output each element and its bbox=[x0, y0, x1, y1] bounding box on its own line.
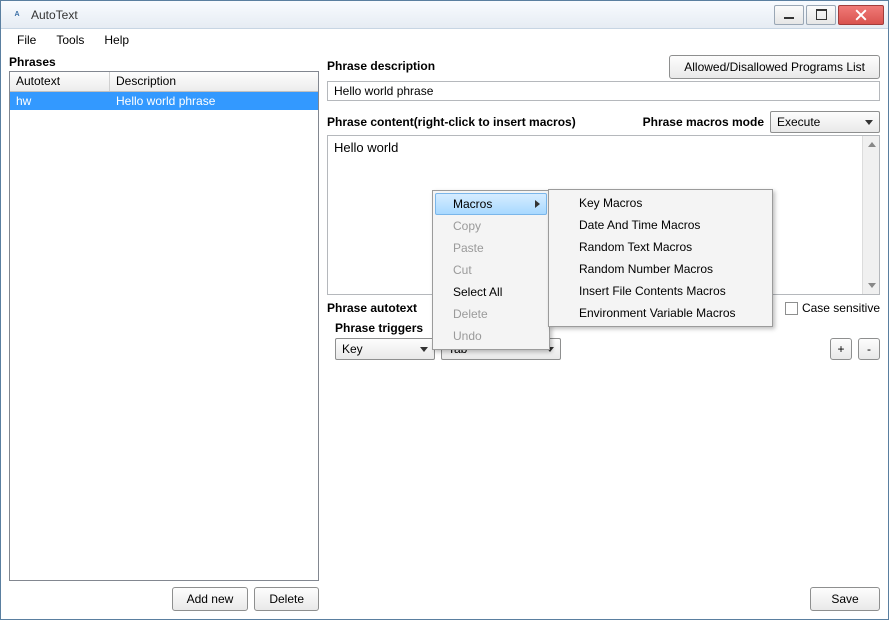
titlebar: A AutoText bbox=[1, 1, 888, 29]
menu-paste[interactable]: Paste bbox=[435, 237, 547, 259]
submenu-datetime-macros[interactable]: Date And Time Macros bbox=[551, 214, 770, 236]
menubar: File Tools Help bbox=[1, 29, 888, 51]
context-menu: Macros Copy Paste Cut Select All Delete … bbox=[432, 190, 550, 350]
col-autotext[interactable]: Autotext bbox=[10, 72, 110, 91]
cell-description: Hello world phrase bbox=[110, 93, 318, 109]
macros-submenu: Key Macros Date And Time Macros Random T… bbox=[548, 189, 773, 327]
case-sensitive-checkbox[interactable] bbox=[785, 302, 798, 315]
close-button[interactable] bbox=[838, 5, 884, 25]
submenu-key-macros[interactable]: Key Macros bbox=[551, 192, 770, 214]
menu-macros[interactable]: Macros bbox=[435, 193, 547, 215]
col-description[interactable]: Description bbox=[110, 72, 318, 91]
phrases-table: Autotext Description hw Hello world phra… bbox=[9, 71, 319, 581]
phrase-content-text: Hello world bbox=[328, 136, 879, 159]
menu-delete[interactable]: Delete bbox=[435, 303, 547, 325]
titlebar-buttons bbox=[773, 3, 888, 27]
right-top-row: Phrase description Allowed/Disallowed Pr… bbox=[327, 55, 880, 79]
menu-tools[interactable]: Tools bbox=[46, 31, 94, 49]
minimize-button[interactable] bbox=[774, 5, 804, 25]
macros-mode-label: Phrase macros mode bbox=[643, 115, 764, 129]
triggers-row: Key Tab + - bbox=[327, 338, 880, 360]
desc-label: Phrase description bbox=[327, 59, 435, 73]
autotext-label: Phrase autotext bbox=[327, 301, 417, 315]
macros-mode-select[interactable]: Execute bbox=[770, 111, 880, 133]
case-sensitive-label: Case sensitive bbox=[802, 301, 880, 315]
window-title: AutoText bbox=[31, 8, 78, 22]
menu-select-all[interactable]: Select All bbox=[435, 281, 547, 303]
submenu-random-number-macros[interactable]: Random Number Macros bbox=[551, 258, 770, 280]
app-icon: A bbox=[9, 7, 25, 23]
table-header: Autotext Description bbox=[10, 72, 318, 92]
table-row[interactable]: hw Hello world phrase bbox=[10, 92, 318, 110]
submenu-env-macros[interactable]: Environment Variable Macros bbox=[551, 302, 770, 324]
macros-mode: Phrase macros mode Execute bbox=[643, 111, 880, 133]
submenu-random-text-macros[interactable]: Random Text Macros bbox=[551, 236, 770, 258]
left-panel: Phrases Autotext Description hw Hello wo… bbox=[9, 55, 319, 611]
description-input[interactable] bbox=[327, 81, 880, 101]
save-button[interactable]: Save bbox=[810, 587, 880, 611]
add-new-button[interactable]: Add new bbox=[172, 587, 249, 611]
submenu-arrow-icon bbox=[535, 200, 540, 208]
add-trigger-button[interactable]: + bbox=[830, 338, 852, 360]
menu-undo[interactable]: Undo bbox=[435, 325, 547, 347]
submenu-insert-file-macros[interactable]: Insert File Contents Macros bbox=[551, 280, 770, 302]
left-buttons: Add new Delete bbox=[9, 587, 319, 611]
menu-help[interactable]: Help bbox=[94, 31, 139, 49]
scroll-up-icon[interactable] bbox=[863, 136, 880, 153]
menu-file[interactable]: File bbox=[7, 31, 46, 49]
scrollbar[interactable] bbox=[862, 136, 879, 294]
content-label: Phrase content(right-click to insert mac… bbox=[327, 115, 576, 129]
right-panel: Phrase description Allowed/Disallowed Pr… bbox=[327, 55, 880, 611]
case-row: Case sensitive bbox=[785, 301, 880, 315]
allowed-programs-button[interactable]: Allowed/Disallowed Programs List bbox=[669, 55, 880, 79]
cell-autotext: hw bbox=[10, 93, 110, 109]
phrases-label: Phrases bbox=[9, 55, 319, 69]
delete-button[interactable]: Delete bbox=[254, 587, 319, 611]
table-body: hw Hello world phrase bbox=[10, 92, 318, 580]
menu-copy[interactable]: Copy bbox=[435, 215, 547, 237]
scroll-down-icon[interactable] bbox=[863, 277, 880, 294]
maximize-button[interactable] bbox=[806, 5, 836, 25]
trigger-type-select[interactable]: Key bbox=[335, 338, 435, 360]
remove-trigger-button[interactable]: - bbox=[858, 338, 880, 360]
menu-cut[interactable]: Cut bbox=[435, 259, 547, 281]
